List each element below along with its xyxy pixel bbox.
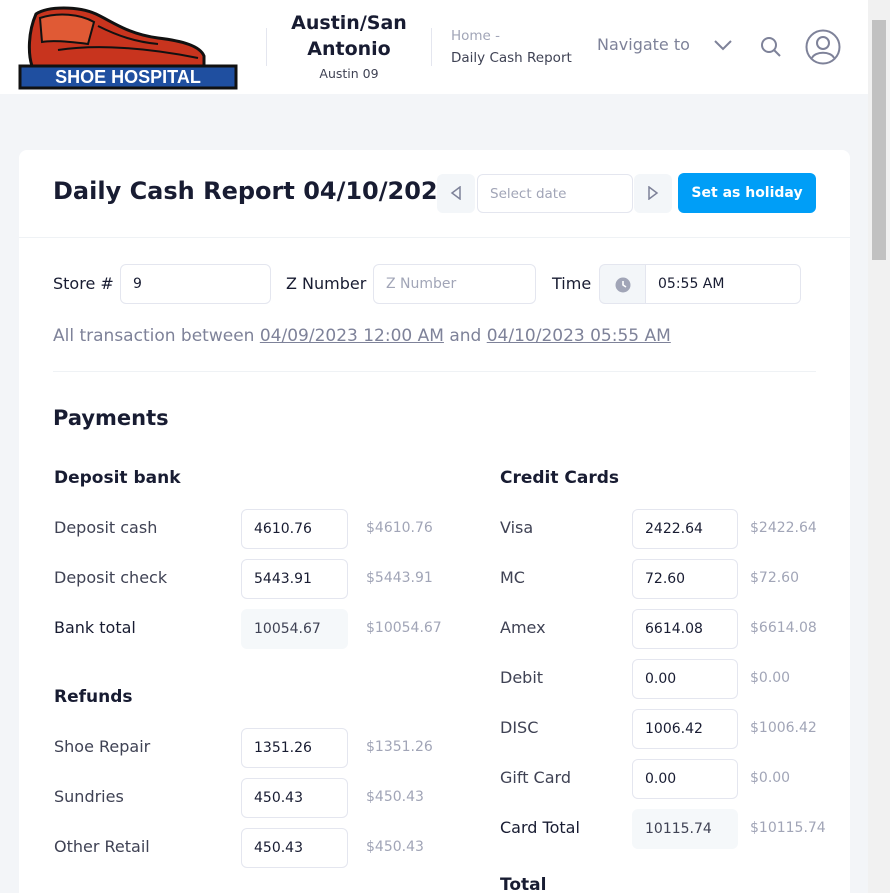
gift-card-amount: $0.00	[750, 770, 791, 786]
next-date-button[interactable]	[634, 174, 672, 213]
mc-amount: $72.60	[750, 570, 799, 586]
deposit-bank-heading: Deposit bank	[54, 468, 181, 488]
deposit-cash-input[interactable]	[241, 509, 348, 549]
refunds-heading: Refunds	[54, 687, 133, 707]
shoe-hospital-logo[interactable]: SHOE HOSPITAL	[18, 4, 238, 92]
debit-amount: $0.00	[750, 670, 791, 686]
debit-label: Debit	[500, 668, 544, 687]
select-date-input[interactable]	[477, 174, 633, 213]
visa-input[interactable]	[632, 509, 738, 549]
amex-label: Amex	[500, 618, 546, 637]
store-code: Austin 09	[319, 66, 379, 81]
breadcrumb-current: Daily Cash Report	[451, 50, 572, 66]
card-total-label: Card Total	[500, 818, 580, 837]
sundries-input[interactable]	[241, 778, 348, 818]
payments-heading: Payments	[53, 406, 169, 430]
other-retail-amount: $450.43	[366, 839, 424, 855]
top-header: SHOE HOSPITAL Austin/San Antonio Austin …	[0, 0, 868, 94]
deposit-cash-amount: $4610.76	[366, 520, 433, 536]
other-retail-input[interactable]	[241, 828, 348, 868]
daily-cash-report-card: Daily Cash Report 04/10/2023 Set as holi…	[19, 150, 850, 893]
bank-total-label: Bank total	[54, 618, 136, 637]
deposit-cash-label: Deposit cash	[54, 518, 158, 537]
shoe-repair-amount: $1351.26	[366, 739, 433, 755]
divider	[266, 28, 267, 66]
other-retail-label: Other Retail	[54, 837, 150, 856]
store-number-label: Store #	[53, 274, 114, 293]
card-total-input	[632, 809, 738, 849]
credit-cards-heading: Credit Cards	[500, 468, 620, 488]
bank-total-input	[241, 609, 348, 649]
navigate-to-menu[interactable]: Navigate to	[597, 35, 690, 54]
bank-total-amount: $10054.67	[366, 620, 442, 636]
divider	[53, 371, 816, 372]
set-as-holiday-button[interactable]: Set as holiday	[678, 173, 816, 213]
user-avatar-icon[interactable]	[805, 29, 841, 65]
range-start-link[interactable]: 04/09/2023 12:00 AM	[260, 326, 444, 346]
amex-amount: $6614.08	[750, 620, 817, 636]
range-prefix: All transaction between	[53, 326, 255, 346]
chevron-right-icon	[648, 186, 659, 200]
gift-card-input[interactable]	[632, 759, 738, 799]
card-header: Daily Cash Report 04/10/2023 Set as holi…	[19, 150, 850, 238]
visa-label: Visa	[500, 518, 534, 537]
logo-text: SHOE HOSPITAL	[55, 67, 201, 87]
deposit-check-label: Deposit check	[54, 568, 168, 587]
page-scrollbar[interactable]	[868, 0, 890, 893]
mc-input[interactable]	[632, 559, 738, 599]
mc-label: MC	[500, 568, 525, 587]
shoe-repair-label: Shoe Repair	[54, 737, 151, 756]
deposit-check-amount: $5443.91	[366, 570, 433, 586]
clock-addon	[599, 264, 646, 304]
debit-input[interactable]	[632, 659, 738, 699]
divider	[431, 28, 432, 66]
transaction-range: All transaction between 04/09/2023 12:00…	[53, 326, 671, 346]
range-end-link[interactable]: 04/10/2023 05:55 AM	[487, 326, 671, 346]
search-icon[interactable]	[759, 35, 783, 59]
sundries-label: Sundries	[54, 787, 124, 806]
gift-card-label: Gift Card	[500, 768, 571, 787]
page-title: Daily Cash Report 04/10/2023	[53, 177, 455, 205]
scrollbar-thumb[interactable]	[872, 20, 886, 260]
shoe-repair-input[interactable]	[241, 728, 348, 768]
time-input[interactable]	[645, 264, 801, 304]
chevron-down-icon[interactable]	[712, 38, 734, 52]
z-number-input[interactable]	[373, 264, 536, 304]
disc-amount: $1006.42	[750, 720, 817, 736]
store-name: Austin/San Antonio	[291, 12, 407, 60]
previous-date-button[interactable]	[437, 174, 475, 213]
visa-amount: $2422.64	[750, 520, 817, 536]
amex-input[interactable]	[632, 609, 738, 649]
store-selector[interactable]: Austin/San Antonio Austin 09	[275, 10, 423, 81]
disc-input[interactable]	[632, 709, 738, 749]
deposit-check-input[interactable]	[241, 559, 348, 599]
clock-icon	[615, 277, 631, 293]
total-heading: Total	[500, 875, 547, 893]
breadcrumb: Home - Daily Cash Report	[451, 28, 572, 66]
range-and: and	[449, 326, 482, 346]
time-label: Time	[552, 274, 592, 293]
disc-label: DISC	[500, 718, 539, 737]
z-number-label: Z Number	[286, 274, 367, 293]
store-number-input[interactable]	[120, 264, 271, 304]
card-total-amount: $10115.74	[750, 820, 826, 836]
chevron-left-icon	[450, 186, 461, 200]
breadcrumb-home[interactable]: Home -	[451, 28, 572, 44]
sundries-amount: $450.43	[366, 789, 424, 805]
